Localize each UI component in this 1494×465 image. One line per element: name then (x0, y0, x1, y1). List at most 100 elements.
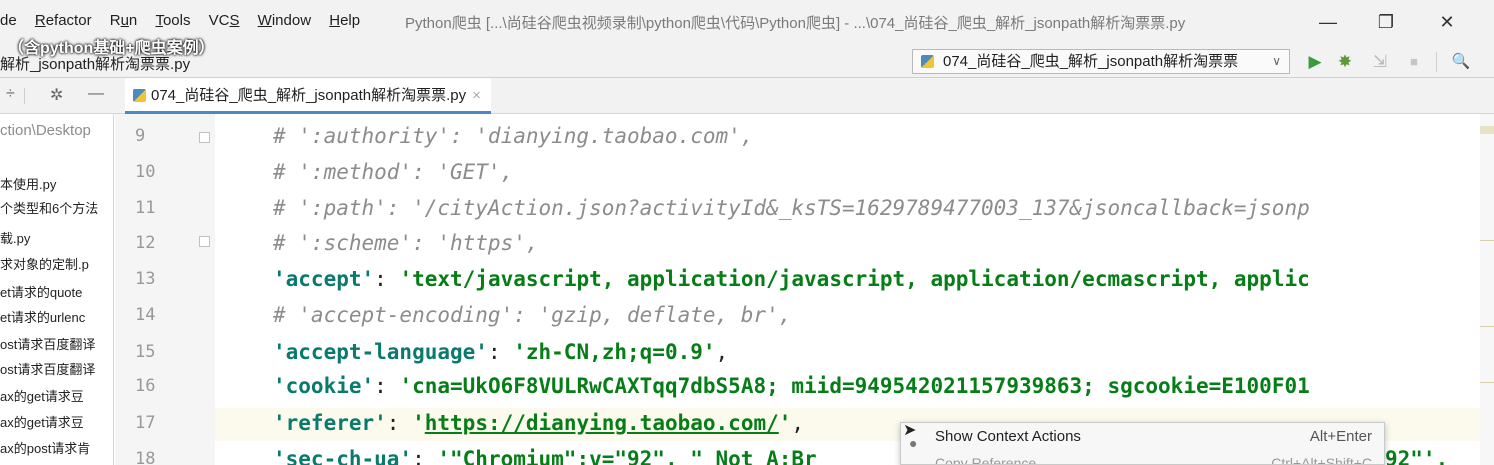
run-config-selector[interactable]: 074_尚硅谷_爬虫_解析_jsonpath解析淘票票 ∨ (912, 49, 1290, 74)
project-file[interactable]: ax的get请求豆 (0, 412, 84, 431)
menu-item-run[interactable]: Run (110, 12, 138, 29)
code-line-18-tail: 92"', (1385, 443, 1448, 465)
tab-label: 074_尚硅谷_爬虫_解析_jsonpath解析淘票票.py (151, 87, 467, 104)
project-file[interactable]: 载.py (0, 228, 30, 247)
close-window-button[interactable]: ✕ (1432, 10, 1462, 34)
menu-item-help[interactable]: Help (329, 12, 360, 29)
dict-key: 'sec-ch-ua' (273, 447, 413, 465)
project-file[interactable]: ax的get请求豆 (0, 386, 84, 405)
video-overlay-caption: （含python基础+爬虫案例） (8, 40, 215, 57)
menu-item-shortcut: Ctrl+Alt+Shift+C (1271, 455, 1372, 465)
navigation-bar: 解析_jsonpath解析淘票票.py 074_尚硅谷_爬虫_解析_jsonpa… (0, 46, 1494, 78)
code-line-16: 'cookie': 'cna=UkO6F8VULRwCAXTqq7dbS5A8;… (273, 370, 1310, 403)
code-line-15: 'accept-language': 'zh-CN,zh;q=0.9', (273, 336, 728, 369)
stripe-marker (1480, 382, 1494, 383)
collapse-all-icon[interactable]: ÷ (6, 85, 15, 103)
line-number: 9 (135, 126, 146, 146)
menu-item-code[interactable]: de (0, 12, 17, 29)
stripe-marker (1480, 126, 1494, 134)
string-value: 'text/javascript, application/javascript… (399, 267, 1310, 291)
string-value: 92"', (1385, 447, 1449, 465)
string-quote: ' (412, 411, 425, 435)
project-file[interactable]: et请求的urlenc (0, 307, 85, 326)
code-line-13: 'accept': 'text/javascript, application/… (273, 263, 1310, 296)
stop-icon[interactable]: ■ (1402, 50, 1426, 74)
punctuation: : (374, 374, 400, 398)
project-file[interactable]: 个类型和6个方法 (0, 198, 98, 217)
line-number: 10 (135, 162, 156, 182)
python-file-icon (921, 55, 934, 68)
menu-item-copy-reference[interactable]: Copy Reference (935, 455, 1036, 464)
comment: # ':path': '/cityAction.json?activityId&… (273, 196, 1310, 220)
menu-bar: de Refactor Run Tools VCS Window Help Py… (0, 0, 1494, 46)
menu-mnemonic: R (34, 12, 46, 29)
editor-tab-strip: 074_尚硅谷_爬虫_解析_jsonpath解析淘票票.py × (115, 78, 1494, 114)
search-icon[interactable]: 🔍 (1449, 50, 1473, 74)
dict-key: 'accept' (273, 267, 375, 291)
debug-icon[interactable]: ✸ (1333, 50, 1357, 74)
project-file[interactable]: 求对象的定制.p (0, 254, 89, 273)
hide-panel-icon[interactable]: — (88, 85, 104, 103)
code-line-9: # ':authority': 'dianying.taobao.com', (273, 120, 753, 153)
python-file-icon (133, 89, 146, 102)
line-number: 18 (135, 449, 156, 465)
line-number: 17 (135, 413, 156, 433)
menu-mnemonic: S (229, 12, 240, 29)
stripe-marker (1480, 240, 1494, 241)
run-config-label: 074_尚硅谷_爬虫_解析_jsonpath解析淘票票 (943, 53, 1239, 70)
project-file[interactable]: ost请求百度翻译 (0, 334, 95, 353)
menu-mnemonic: W (257, 12, 272, 29)
fold-marker-icon[interactable] (199, 132, 210, 143)
menu-item-vcs[interactable]: VCS (209, 12, 240, 29)
toolbar-divider (1436, 52, 1437, 72)
menu-mnemonic: H (329, 12, 341, 29)
project-file[interactable]: ost请求百度翻译 (0, 359, 95, 378)
code-line-14: # 'accept-encoding': 'gzip, deflate, br'… (273, 299, 791, 332)
mouse-cursor-icon: ➤ (903, 422, 917, 439)
line-number: 14 (135, 305, 156, 325)
project-file[interactable]: ax的post请求肯 (0, 438, 90, 457)
project-file[interactable]: 本使用.py (0, 174, 56, 193)
menu-item-shortcut: Alt+Enter (1309, 428, 1372, 445)
run-with-coverage-icon[interactable]: ⇲ (1368, 50, 1392, 74)
code-line-17: 'referer': 'https://dianying.taobao.com/… (273, 407, 804, 440)
gear-icon[interactable]: ✲ (50, 85, 63, 105)
stripe-marker (1480, 326, 1494, 327)
line-number: 12 (135, 233, 156, 253)
comment: # ':scheme': 'https', (273, 231, 539, 255)
punctuation: : (412, 447, 438, 465)
project-root-path[interactable]: ction\Desktop (0, 122, 91, 139)
ide-window: de Refactor Run Tools VCS Window Help Py… (0, 0, 1494, 465)
comment: # ':method': 'GET', (273, 160, 514, 184)
line-number: 11 (135, 198, 156, 218)
code-line-10: # ':method': 'GET', (273, 156, 513, 189)
menu-items: de Refactor Run Tools VCS Window Help (0, 12, 374, 29)
line-number-gutter: 9 10 11 12 13 14 15 16 17 18 (115, 114, 215, 465)
string-quote: ' (778, 411, 792, 435)
line-number: 13 (135, 269, 156, 289)
code-line-12: # ':scheme': 'https', (273, 227, 539, 260)
minimize-button[interactable]: — (1313, 10, 1343, 34)
restore-button[interactable]: ❐ (1371, 10, 1401, 34)
url-link[interactable]: https://dianying.taobao.com/ (425, 411, 779, 435)
punctuation: : (487, 340, 514, 364)
line-number: 16 (135, 376, 156, 396)
menu-item-refactor[interactable]: Refactor (35, 12, 92, 29)
dict-key: 'cookie' (273, 374, 375, 398)
run-icon[interactable]: ▶ (1303, 50, 1327, 74)
menu-item-window[interactable]: Window (258, 12, 311, 29)
string-value: '"Chromium";v="92", " Not A;Br (437, 447, 817, 465)
fold-marker-icon[interactable] (199, 236, 210, 247)
error-stripe[interactable] (1480, 114, 1494, 465)
code-editor[interactable]: # ':authority': 'dianying.taobao.com', #… (215, 114, 1494, 465)
menu-item-tools[interactable]: Tools (155, 12, 190, 29)
punctuation: : (386, 411, 413, 435)
code-line-11: # ':path': '/cityAction.json?activityId&… (273, 192, 1310, 225)
project-file[interactable]: et请求的quote (0, 282, 82, 301)
string-value: 'cna=UkO6F8VULRwCAXTqq7dbS5A8; miid=9495… (399, 374, 1310, 398)
close-tab-icon[interactable]: × (472, 87, 481, 104)
menu-item-show-context-actions[interactable]: ● Show Context Actions Alt+Enter (901, 423, 1384, 451)
editor-tab[interactable]: 074_尚硅谷_爬虫_解析_jsonpath解析淘票票.py × (125, 78, 491, 114)
dict-key: 'accept-language' (273, 340, 488, 364)
dict-key: 'referer' (273, 411, 387, 435)
